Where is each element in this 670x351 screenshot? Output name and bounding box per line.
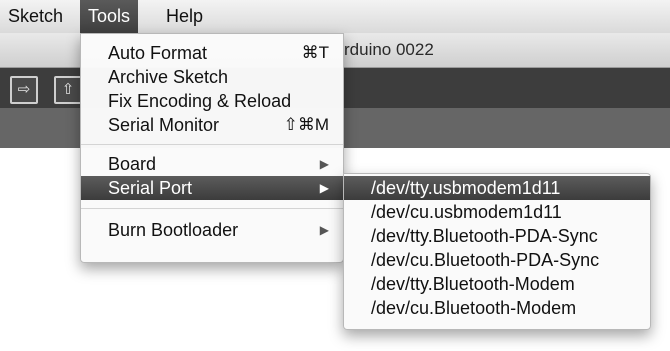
menu-item-label: Fix Encoding & Reload [108, 91, 292, 111]
serial-port-option[interactable]: /dev/tty.Bluetooth-PDA-Sync [344, 224, 650, 248]
menu-tools[interactable]: Tools [80, 0, 139, 33]
menu-separator [81, 208, 343, 209]
menu-help[interactable]: Help [158, 0, 211, 33]
shortcut-label: ⇧⌘M [283, 115, 329, 134]
menu-sketch[interactable]: Sketch [0, 0, 71, 33]
menu-bar: Sketch Tools Help [0, 0, 670, 34]
menu-item-auto-format[interactable]: Auto Format ⌘T [81, 41, 343, 65]
verify-icon[interactable]: ⇨ [10, 76, 38, 104]
menu-item-label: Burn Bootloader [108, 220, 239, 240]
window-title: rduino 0022 [344, 40, 434, 59]
serial-port-option[interactable]: /dev/cu.Bluetooth-PDA-Sync [344, 248, 650, 272]
submenu-arrow-icon: ▶ [319, 223, 329, 237]
submenu-arrow-icon: ▶ [319, 157, 329, 171]
menu-item-label: Board [108, 154, 157, 174]
menu-item-label: Serial Monitor [108, 115, 220, 135]
submenu-arrow-icon: ▶ [319, 181, 329, 195]
shortcut-label: ⌘T [301, 43, 329, 62]
upload-icon[interactable]: ⇧ [54, 76, 82, 104]
menu-item-label: Auto Format [108, 43, 208, 63]
menu-separator [81, 144, 343, 145]
menu-item-label: Serial Port [108, 178, 193, 198]
menu-item-serial-port[interactable]: Serial Port ▶ [81, 176, 343, 200]
menu-item-label: Archive Sketch [108, 67, 229, 87]
serial-port-option[interactable]: /dev/cu.usbmodem1d11 [344, 200, 650, 224]
serial-port-option[interactable]: /dev/cu.Bluetooth-Modem [344, 296, 650, 320]
menu-item-fix-encoding-reload[interactable]: Fix Encoding & Reload [81, 89, 343, 113]
menu-item-board[interactable]: Board ▶ [81, 152, 343, 176]
menu-item-serial-monitor[interactable]: Serial Monitor ⇧⌘M [81, 113, 343, 137]
serial-port-option[interactable]: /dev/tty.usbmodem1d11 [344, 176, 650, 200]
tools-dropdown: Auto Format ⌘T Archive Sketch Fix Encodi… [80, 33, 344, 263]
menu-item-burn-bootloader[interactable]: Burn Bootloader ▶ [81, 218, 343, 242]
serial-port-submenu: /dev/tty.usbmodem1d11 /dev/cu.usbmodem1d… [343, 173, 651, 330]
menu-item-archive-sketch[interactable]: Archive Sketch [81, 65, 343, 89]
serial-port-option[interactable]: /dev/tty.Bluetooth-Modem [344, 272, 650, 296]
